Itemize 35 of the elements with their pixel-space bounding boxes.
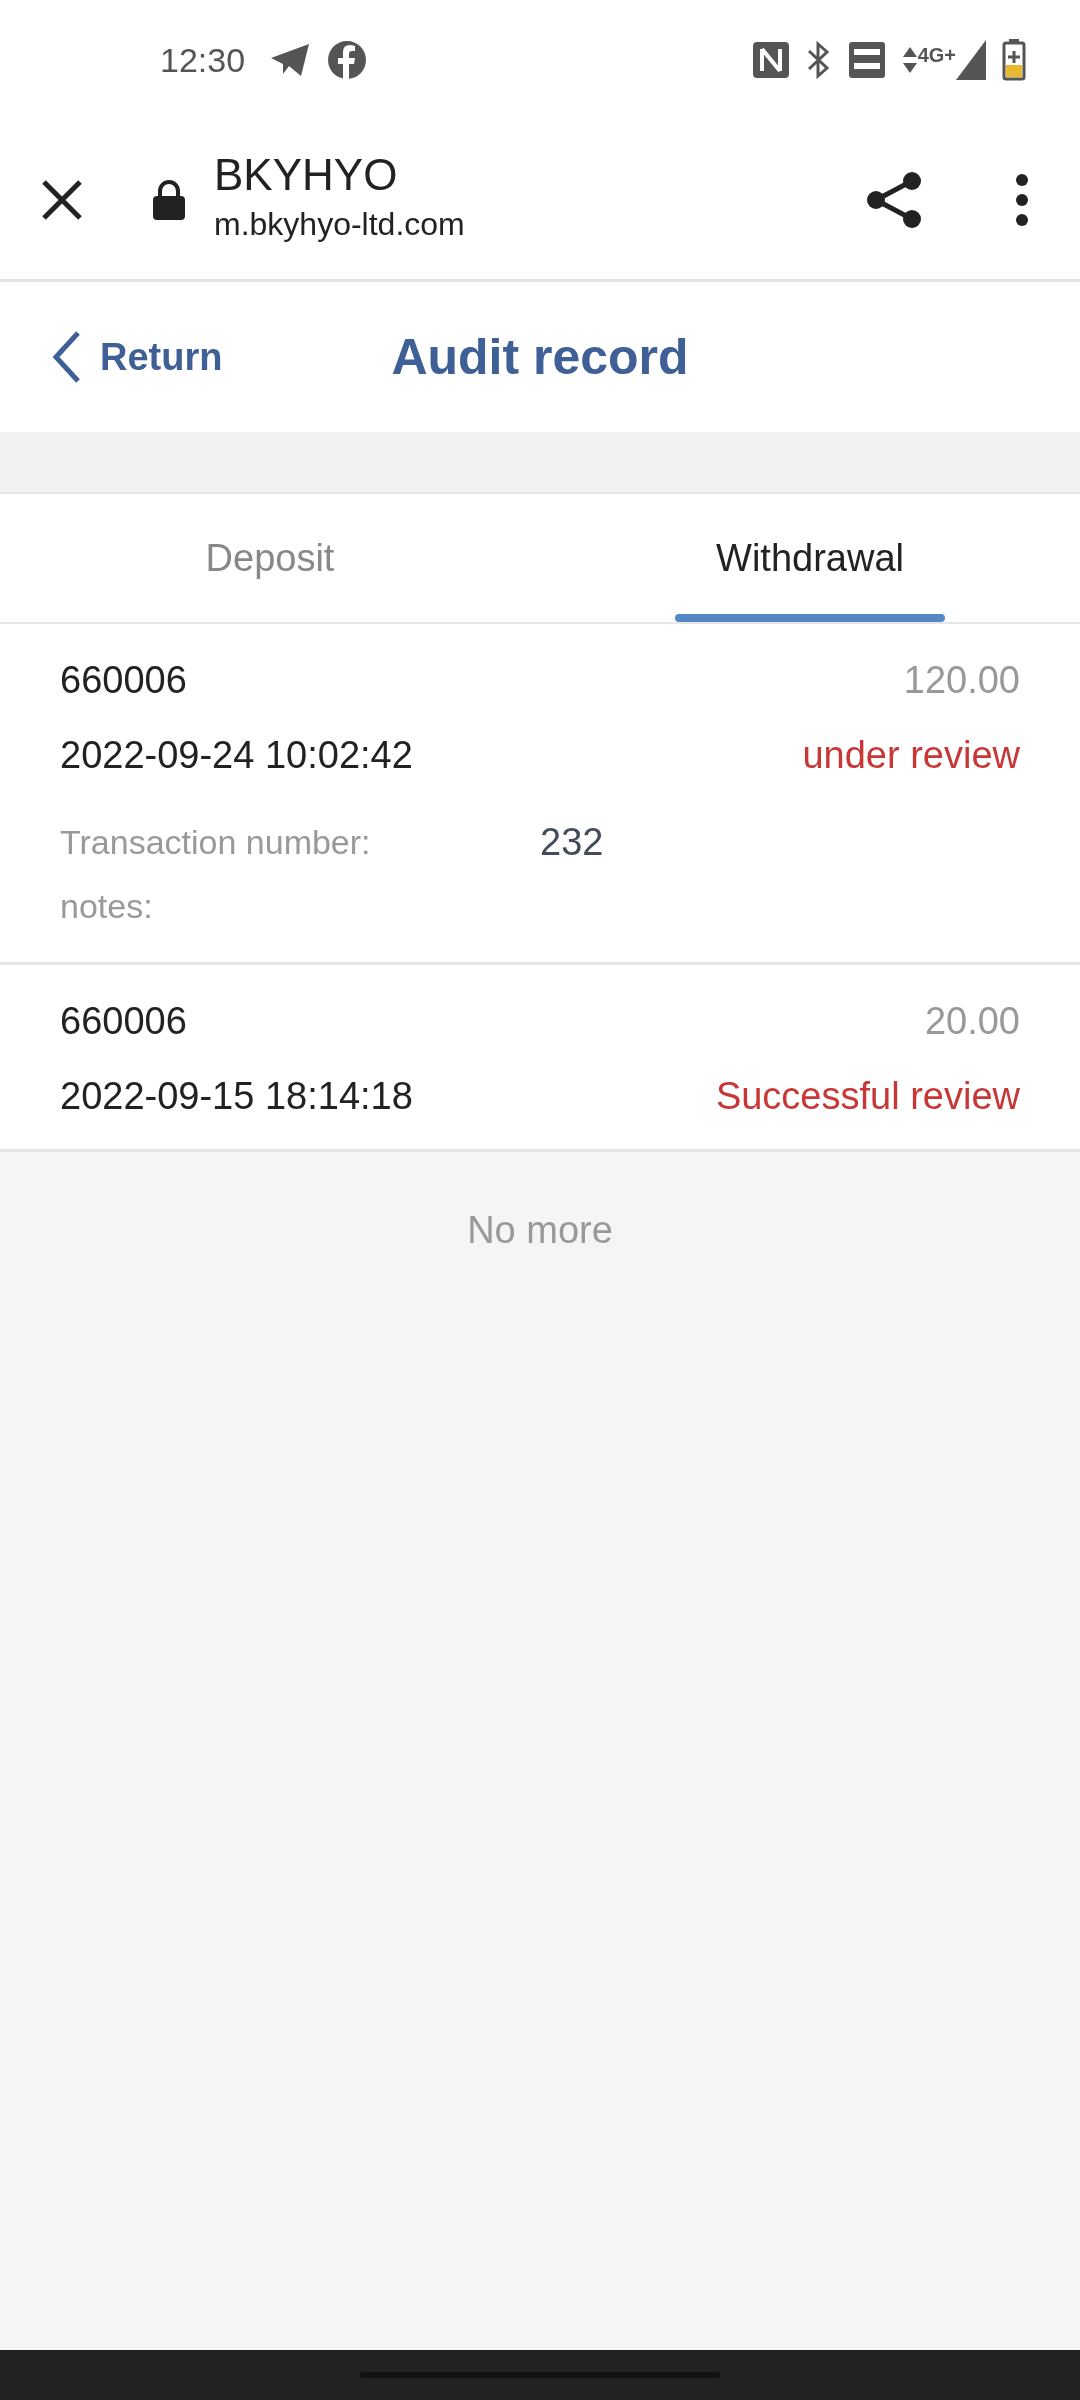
close-button[interactable] — [40, 177, 84, 222]
detail-label: Transaction number: — [60, 821, 372, 863]
volte-icon — [847, 41, 886, 79]
detail-label: notes: — [60, 885, 154, 927]
account-number: 660006 — [60, 999, 187, 1044]
list-end-text: No more — [466, 1208, 614, 1253]
share-button[interactable] — [864, 169, 924, 230]
review-status: Successful review — [715, 1074, 1020, 1119]
facebook-icon — [327, 40, 368, 80]
page-url: m.bkyhyo-ltd.com — [214, 204, 465, 244]
send-icon — [269, 42, 312, 78]
signal-icon — [956, 40, 986, 80]
screen-title: Audit record — [391, 328, 689, 387]
return-button[interactable]: Return — [0, 328, 223, 386]
status-time: 12:30 — [160, 39, 246, 81]
review-status: under review — [802, 733, 1020, 778]
record-datetime: 2022-09-15 18:14:18 — [60, 1074, 413, 1119]
account-number: 660006 — [60, 658, 187, 703]
detail-value: 232 — [540, 819, 604, 865]
menu-button[interactable] — [1014, 173, 1030, 226]
record-card[interactable]: 660006 120.00 2022-09-24 10:02:42 under review Transaction number: 232 notes: — [0, 624, 1080, 965]
tab[interactable]: Withdrawal — [540, 494, 1080, 622]
record-card[interactable]: 660006 20.00 2022-09-15 18:14:18 Successful review — [0, 965, 1080, 1152]
network-type: 4G+ — [917, 43, 956, 68]
data-arrows-icon — [901, 45, 918, 75]
nfc-icon — [751, 41, 790, 79]
lock-icon — [152, 178, 186, 221]
battery-icon — [1002, 39, 1026, 81]
amount: 20.00 — [924, 999, 1020, 1044]
record-datetime: 2022-09-24 10:02:42 — [60, 733, 413, 778]
tab[interactable]: Deposit — [0, 494, 540, 622]
page-title: BKYHYO — [214, 151, 399, 200]
back-chevron-icon — [50, 329, 82, 385]
amount: 120.00 — [903, 658, 1020, 703]
bluetooth-icon — [805, 40, 832, 80]
